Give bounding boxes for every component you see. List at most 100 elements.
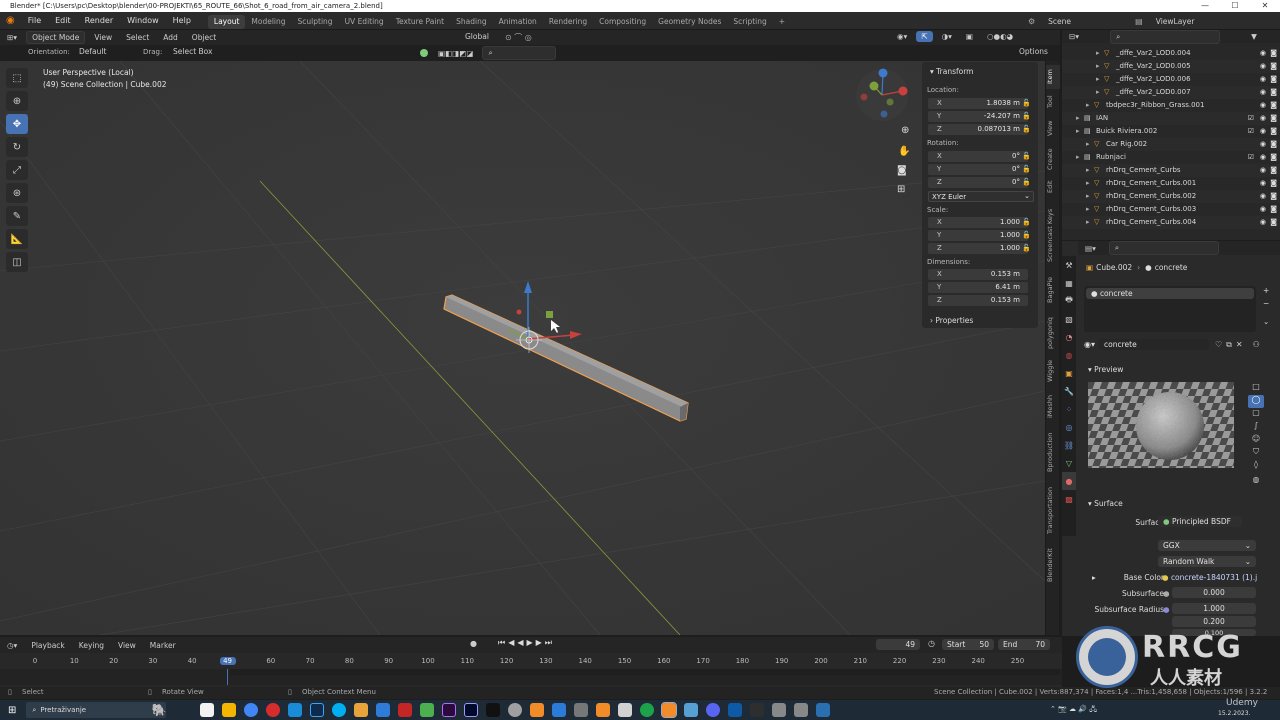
unlink-icon[interactable]: ✕ <box>1236 340 1243 349</box>
transform-orientation-selector[interactable]: Global <box>460 31 494 42</box>
tiktok-icon[interactable] <box>486 703 501 717</box>
menu-timeline-view[interactable]: View <box>113 640 141 651</box>
editor-type-icon[interactable]: ⊞▾ <box>2 32 22 43</box>
playback-controls-icon[interactable]: ⏮◀◀▶▶⏭ <box>498 638 555 648</box>
remove-slot-button[interactable]: − <box>1263 299 1269 308</box>
whatsapp-icon[interactable] <box>640 703 655 717</box>
close-button[interactable]: ✕ <box>1250 0 1280 12</box>
expand-arrow-icon[interactable]: ▸ <box>1086 177 1090 190</box>
photoshop-icon[interactable] <box>310 703 325 717</box>
expand-arrow-icon[interactable]: ▸ <box>1086 164 1090 177</box>
outliner-row[interactable]: ▸ ▽ _dffe_Var2_LOD0.006 ◉ ◙ <box>1062 73 1280 86</box>
eye-icon[interactable]: ◉ <box>1260 73 1266 86</box>
expand-arrow-icon[interactable]: ▸ <box>1076 125 1080 138</box>
expand-arrow-icon[interactable]: ▸ <box>1096 73 1100 86</box>
add-workspace-button[interactable]: + <box>773 15 791 29</box>
location-z-field[interactable]: Z 0.087013 m <box>928 124 1028 135</box>
start-frame-field[interactable]: Start 50 <box>942 639 994 650</box>
object-tab-icon[interactable]: ▣ <box>1062 364 1076 382</box>
annotate-icon[interactable]: ✎ <box>6 206 28 226</box>
end-frame-field[interactable]: End 70 <box>998 639 1050 650</box>
outliner-row[interactable]: ▸ ▽ tbdpec3r_Ribbon_Grass.001 ◉ ◙ <box>1062 99 1280 112</box>
app-icon[interactable] <box>508 703 523 717</box>
outliner-row[interactable]: ▸ ▽ rhDrq_Cement_Curbs.003 ◉ ◙ <box>1062 203 1280 216</box>
expand-arrow-icon[interactable]: ▸ <box>1096 47 1100 60</box>
blender-icon[interactable] <box>596 703 611 717</box>
expand-arrow-icon[interactable]: ▸ <box>1076 151 1080 164</box>
material-slot-item[interactable]: ● concrete <box>1086 288 1254 299</box>
material-icon[interactable] <box>420 49 428 57</box>
premiere-icon[interactable] <box>442 703 457 717</box>
camera-icon[interactable]: ◙ <box>1270 60 1277 73</box>
tab-uv-editing[interactable]: UV Editing <box>339 15 390 29</box>
filezilla-icon[interactable] <box>398 703 413 717</box>
expand-arrow-icon[interactable]: ▸ <box>1096 60 1100 73</box>
clock-icon[interactable]: ◷ <box>928 639 935 648</box>
cloth-icon[interactable]: ⛉ <box>1248 447 1264 460</box>
outliner-row[interactable]: ▸ ▽ rhDrq_Cement_Curbs.002 ◉ ◙ <box>1062 190 1280 203</box>
rotate-tool-icon[interactable]: ↻ <box>6 137 28 157</box>
app-icon[interactable] <box>618 703 633 717</box>
tab-sculpting[interactable]: Sculpting <box>292 15 339 29</box>
measure-icon[interactable]: 📐 <box>6 229 28 249</box>
output-tab-icon[interactable]: 🖶 <box>1062 292 1076 310</box>
file-icon[interactable] <box>200 703 215 717</box>
scale-z-field[interactable]: Z 1.000 <box>928 243 1028 254</box>
menu-select[interactable]: Select <box>121 32 154 43</box>
lock-icon[interactable]: 🔓 <box>1022 152 1031 160</box>
tab-screencast-keys[interactable]: Screencast Keys <box>1046 203 1060 267</box>
camera-view-icon[interactable]: ◙ <box>897 165 907 176</box>
tab-texture-paint[interactable]: Texture Paint <box>390 15 450 29</box>
slot-menu-icon[interactable]: ⌄ <box>1263 317 1269 326</box>
tab-imeshh[interactable]: iMeshh <box>1046 391 1060 421</box>
subsurface-radius-x[interactable]: 1.000 <box>1172 603 1256 614</box>
eye-icon[interactable]: ◉ <box>1260 203 1266 216</box>
eye-icon[interactable]: ◉ <box>1260 125 1266 138</box>
camera-icon[interactable]: ◙ <box>1270 203 1277 216</box>
tab-bproduction[interactable]: Bproduction <box>1046 427 1060 477</box>
app-icon[interactable] <box>750 703 765 717</box>
camera-icon[interactable]: ◙ <box>1270 190 1277 203</box>
scale-x-field[interactable]: X 1.000 <box>928 217 1028 228</box>
lock-icon[interactable]: 🔓 <box>1022 99 1031 107</box>
after-effects-icon[interactable] <box>464 703 479 717</box>
tab-tool[interactable]: Tool <box>1046 91 1060 113</box>
material-tab-icon[interactable]: ● <box>1062 472 1076 490</box>
expand-base-color-icon[interactable]: ▸ <box>1092 573 1096 582</box>
lock-icon[interactable]: 🔓 <box>1022 244 1031 252</box>
skype-icon[interactable] <box>332 703 347 717</box>
explorer-icon[interactable] <box>222 703 237 717</box>
camera-icon[interactable]: ◙ <box>1270 47 1277 60</box>
sphere-icon[interactable]: ◯ <box>1248 395 1264 408</box>
camera-icon[interactable]: ◙ <box>1270 177 1277 190</box>
eye-icon[interactable]: ◉ <box>1260 60 1266 73</box>
outliner-row[interactable]: ▸ ▽ rhDrq_Cement_Curbs ◉ ◙ <box>1062 164 1280 177</box>
menu-add[interactable]: Add <box>158 32 183 43</box>
eye-icon[interactable]: ◉ <box>1260 151 1266 164</box>
duplicate-icon[interactable]: ⧉ <box>1226 340 1232 350</box>
properties-search-input[interactable]: ⌕ <box>1108 241 1219 255</box>
tab-item[interactable]: Item <box>1046 65 1060 89</box>
render-tab-icon[interactable]: ▦ <box>1062 274 1076 292</box>
eye-icon[interactable]: ◉ <box>1260 177 1266 190</box>
app-icon[interactable] <box>684 703 699 717</box>
location-x-field[interactable]: X 1.8038 m <box>928 98 1028 109</box>
tab-modeling[interactable]: Modeling <box>245 15 291 29</box>
transform-tool-icon[interactable]: ⊛ <box>6 183 28 203</box>
camera-icon[interactable]: ◙ <box>1270 216 1277 229</box>
app-icon[interactable] <box>552 703 567 717</box>
blender-icon[interactable] <box>530 703 545 717</box>
app-icon[interactable] <box>420 703 435 717</box>
lock-icon[interactable]: 🔓 <box>1022 218 1031 226</box>
tab-wiggle[interactable]: Wiggle <box>1046 357 1060 385</box>
menu-window[interactable]: Window <box>120 12 166 30</box>
taskbar-search-input[interactable]: ⌕ Pretraživanje 🐘 <box>26 702 167 718</box>
tab-animation[interactable]: Animation <box>493 15 543 29</box>
world-icon[interactable]: ◍ <box>1248 475 1264 488</box>
menu-render[interactable]: Render <box>78 12 120 30</box>
camera-icon[interactable]: ◙ <box>1270 112 1277 125</box>
hand-pan-icon[interactable]: ✋ <box>898 144 910 157</box>
menu-object[interactable]: Object <box>187 32 221 43</box>
eye-icon[interactable]: ◉ <box>1260 47 1266 60</box>
data-tab-icon[interactable]: ▽ <box>1062 454 1076 472</box>
